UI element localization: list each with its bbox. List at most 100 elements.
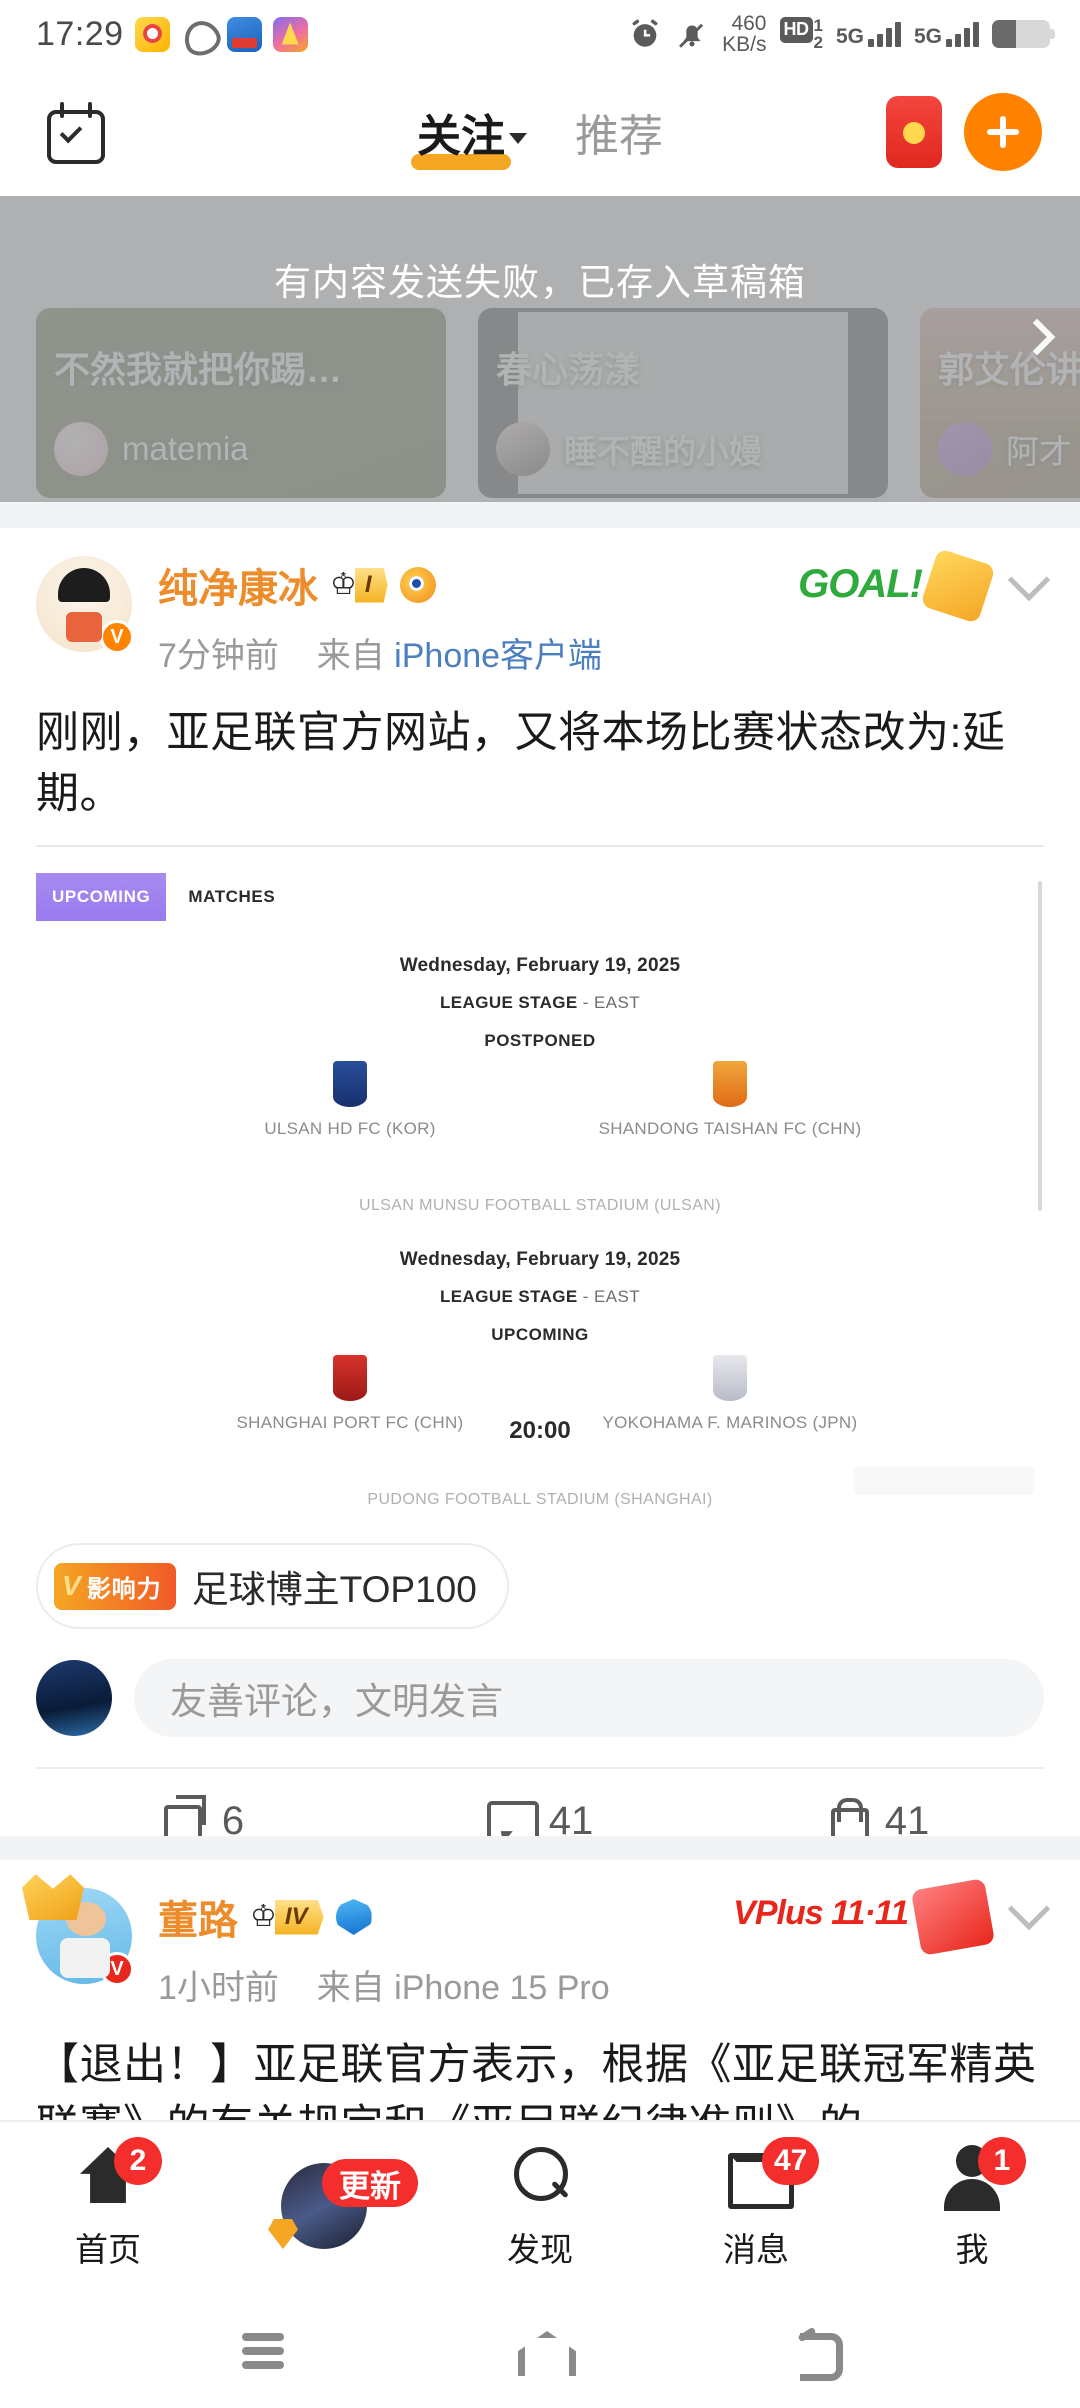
post-header-right: GOAL!	[798, 556, 1051, 607]
toast-banner[interactable]: 有内容发送失败，已存入草稿箱	[0, 196, 1080, 502]
influence-tag-link[interactable]: V 影响力 足球博主TOP100	[36, 1543, 509, 1630]
avatar[interactable]: V	[36, 556, 134, 654]
battery-icon	[992, 20, 1055, 48]
avatar[interactable]: V	[22, 1874, 134, 1986]
app-screen: 17:29 460 KB/s HD 1 2 5G 5G 关注 推荐 有内容发送失…	[0, 0, 1080, 2408]
match-stage-rest: - EAST	[577, 1287, 640, 1307]
fish-icon	[399, 567, 436, 603]
chevron-down-icon[interactable]	[1007, 1887, 1051, 1930]
post-username[interactable]: 纯净康冰	[158, 556, 318, 614]
post-username[interactable]: 董路	[158, 1888, 238, 1946]
compose-button[interactable]	[964, 93, 1042, 171]
embed-tabs: UPCOMING MATCHES	[36, 873, 1044, 922]
chevron-down-icon[interactable]	[1007, 558, 1051, 601]
tab-following[interactable]: 关注	[411, 100, 527, 170]
network-speed: 460 KB/s	[722, 12, 767, 56]
tab-following-label: 关注	[417, 112, 505, 161]
nav-item-profile[interactable]: 我 1	[864, 2137, 1080, 2271]
crown-icon: ♔	[250, 1900, 277, 1933]
story-carousel[interactable]: 不然我就把你踢… matemia 春心荡漾 睡不醒的小嫚 郭艾伦讲	[0, 196, 1080, 502]
match-teams: SHANGHAI PORT FC (CHN) 20:00 YOKOHAMA F.…	[36, 1355, 1044, 1475]
nav-item-home-label: 首页	[75, 2231, 141, 2268]
embedded-match-card[interactable]: UPCOMING MATCHES Wednesday, February 19,…	[36, 845, 1044, 1510]
verified-badge: V	[100, 1952, 134, 1986]
my-avatar[interactable]	[36, 1660, 112, 1737]
oval-icon	[180, 16, 216, 52]
status-bar: 17:29 460 KB/s HD 1 2 5G 5G	[0, 0, 1080, 68]
feed-separator	[0, 502, 1080, 528]
menu-icon[interactable]	[232, 2319, 292, 2379]
nav-item-profile-label: 我	[955, 2231, 989, 2268]
nav-item-messages[interactable]: 消息 47	[648, 2137, 864, 2271]
campaign-badge[interactable]: VPlus 11·11	[733, 1894, 994, 1933]
comment-compose-row[interactable]: 友善评论，文明发言	[36, 1659, 1044, 1738]
match-status: UPCOMING	[491, 1325, 589, 1345]
match-home-team: ULSAN HD FC (KOR)	[160, 1061, 540, 1139]
level-badge: ♔ IV	[250, 1899, 324, 1935]
embed-tab-upcoming[interactable]: UPCOMING	[36, 873, 167, 922]
embed-watermark	[854, 1467, 1034, 1496]
influence-badge-v: V	[62, 1570, 81, 1602]
weibo-icon	[134, 16, 170, 52]
nav-video-badge: 更新	[322, 2159, 418, 2207]
toast-message: 有内容发送失败，已存入草稿箱	[274, 262, 806, 303]
nav-item-messages-label: 消息	[723, 2231, 789, 2268]
team-crest-icon	[713, 1355, 747, 1402]
post-header: V 董路 ♔ IV 1小时前 来自 iPhone 15 Pro VPlus 11…	[22, 1860, 1051, 2009]
post-submeta: 7分钟前 来自 iPhone客户端	[158, 628, 798, 677]
feed-post[interactable]: V 纯净康冰 ♔ I 7分钟前 来自 iPhone客户端 GOAL! 刚刚，亚足…	[0, 528, 1080, 1850]
match-stage-bold: LEAGUE STAGE	[440, 1287, 578, 1307]
nav-item-discover-label: 发现	[507, 2231, 573, 2268]
team-crest-icon	[713, 1061, 747, 1108]
post-submeta: 1小时前 来自 iPhone 15 Pro	[158, 1960, 733, 2009]
search-icon	[504, 2141, 576, 2213]
match-stage-rest: - EAST	[577, 993, 640, 1013]
sim1-network-label: 5G	[835, 25, 864, 48]
feed-post[interactable]: V 董路 ♔ IV 1小时前 来自 iPhone 15 Pro VPlus 11…	[0, 1860, 1080, 2150]
level-badge-label: IV	[274, 1899, 324, 1935]
post-meta: 纯净康冰 ♔ I 7分钟前 来自 iPhone客户端	[158, 556, 798, 677]
chevron-down-icon[interactable]	[509, 132, 527, 144]
campaign-badge[interactable]: GOAL!	[798, 562, 994, 607]
nav-item-home[interactable]: 首页 2	[0, 2137, 216, 2271]
match-away-team-name: SHANDONG TAISHAN FC (CHN)	[598, 1119, 862, 1139]
team-crest-icon	[333, 1061, 367, 1108]
match-date: Wednesday, February 19, 2025	[399, 1249, 681, 1271]
match-stage: LEAGUE STAGE - EAST	[36, 1287, 1044, 1307]
pink-app-icon	[272, 16, 308, 52]
match-venue: ULSAN MUNSU FOOTBALL STADIUM (ULSAN)	[358, 1197, 721, 1215]
match-home-team-name: ULSAN HD FC (KOR)	[264, 1119, 436, 1139]
nav-item-discover[interactable]: 发现	[432, 2141, 648, 2271]
network-speed-unit: KB/s	[722, 33, 767, 56]
influence-badge: V 影响力	[54, 1562, 176, 1610]
nav-messages-badge: 47	[762, 2137, 820, 2185]
post-header-right: VPlus 11·11	[733, 1887, 1051, 1933]
nav-profile-badge: 1	[978, 2137, 1026, 2185]
verified-badge: V	[100, 620, 134, 654]
match-away-team: SHANDONG TAISHAN FC (CHN)	[540, 1061, 920, 1139]
app-header: 关注 推荐	[0, 68, 1080, 196]
hd-voice-icon: HD 1 2	[779, 17, 823, 51]
level-badge: ♔ I	[330, 567, 388, 603]
post-source[interactable]: iPhone客户端	[394, 637, 602, 675]
embed-tab-matches[interactable]: MATCHES	[188, 887, 275, 907]
match-kickoff-time: 20:00	[509, 1417, 571, 1445]
status-bar-left: 17:29	[0, 15, 308, 54]
match-stage: LEAGUE STAGE - EAST	[36, 993, 1044, 1013]
match-teams: ULSAN HD FC (KOR) SHANDONG TAISHAN FC (C…	[36, 1061, 1044, 1181]
comment-input[interactable]: 友善评论，文明发言	[134, 1659, 1044, 1738]
back-nav-icon[interactable]	[788, 2319, 848, 2381]
post-author-row: 纯净康冰 ♔ I	[158, 556, 798, 614]
tab-recommend[interactable]: 推荐	[575, 100, 663, 164]
post-header: V 纯净康冰 ♔ I 7分钟前 来自 iPhone客户端 GOAL!	[36, 528, 1051, 677]
post-text: 刚刚，亚足联官方网站，又将本场比赛状态改为:延期。	[36, 709, 1006, 819]
sim1-signal: 5G	[836, 21, 901, 47]
crown-icon: ♔	[330, 568, 357, 601]
red-packet-icon[interactable]	[886, 96, 942, 168]
nav-item-video[interactable]: 更新	[216, 2159, 432, 2249]
post-source[interactable]: iPhone 15 Pro	[394, 1969, 610, 2007]
home-nav-icon[interactable]	[510, 2319, 570, 2379]
status-bar-right: 460 KB/s HD 1 2 5G 5G	[628, 12, 1080, 56]
influence-badge-text: 影响力	[86, 1575, 162, 1603]
post-time: 1小时前	[158, 1969, 279, 2007]
